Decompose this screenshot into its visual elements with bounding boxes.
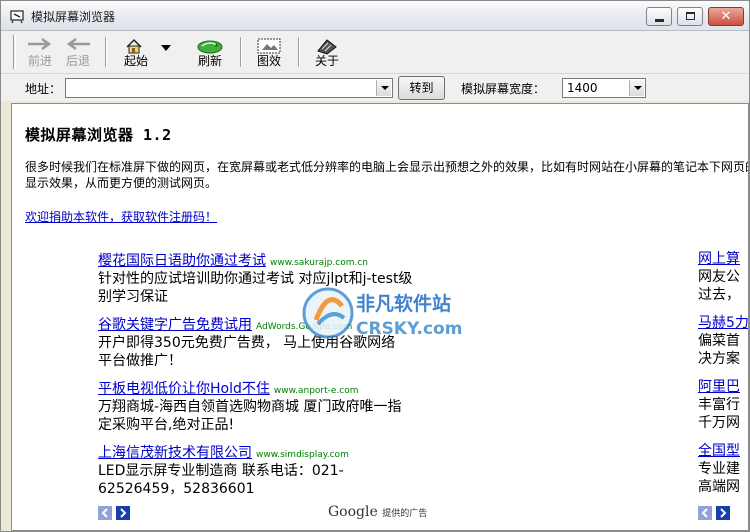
ad-description: LED显示屏专业制造商 联系电话：021- [98,463,344,479]
ad-block-right: 全国型 专业建 高端网 [698,442,748,496]
ad-block-right: 阿里巴 丰富行 千万网 [698,378,748,432]
window-title: 模拟屏幕浏览器 [31,10,116,24]
about-button[interactable]: 关于 [305,35,349,71]
chevron-left-icon [98,506,112,520]
address-dropdown-icon[interactable] [376,80,391,96]
ad-description: 万翔商城-海西自领首选购物商城 厦门政府唯一指 [98,399,402,415]
address-label: 地址： [25,82,62,96]
watermark-logo: 非凡软件站 CRSKY.com [302,287,462,339]
ad-block-right: 网上算 网友公 过去， [698,250,748,304]
home-label: 起始 [123,54,148,68]
ad-description: 专业建 [698,461,740,477]
toolbar-separator [240,37,242,67]
address-input[interactable] [65,78,393,98]
app-icon [10,10,24,24]
refresh-button[interactable]: 刷新 [186,35,234,71]
ad-title[interactable]: 樱花国际日语助你通过考试 [98,253,266,269]
ad-description: 过去， [698,287,740,303]
ad-description: 千万网 [698,415,740,431]
refresh-label: 刷新 [197,54,222,68]
maximize-icon [686,12,695,20]
page-description: 很多时候我们在标准屏下做的网页，在宽屏幕或老式低分辨率的电脑上会显示出预想之外的… [25,160,749,190]
close-button[interactable]: ✕ [708,7,744,26]
address-bar: 地址： 转到 模拟屏幕宽度： 1400 [1,73,749,101]
toolbar-grip[interactable] [13,35,16,69]
ad-title[interactable]: 阿里巴 [698,378,748,396]
forward-arrow-icon [28,37,52,51]
ad-url[interactable]: www.anport-e.com [274,386,359,396]
watermark-line2: CRSKY.com [356,319,462,339]
toolbar: 前进 后退 起始 刷新 图效 关于 [1,31,749,73]
ad-title[interactable]: 平板电视低价让你Hold不住 [98,381,270,397]
ad-description: 62526459，52836601 [98,481,255,497]
ad-description: 高端网 [698,479,740,495]
maximize-button[interactable] [677,7,703,26]
back-button[interactable]: 后退 [59,35,97,71]
ad-title[interactable]: 网上算 [698,250,748,268]
minimize-icon [655,19,664,22]
ads-provided-label: 提供的广告 [382,509,428,519]
toolbar-separator [105,37,107,67]
back-arrow-icon [66,37,90,51]
next-page-button-right[interactable] [716,506,730,520]
close-icon: ✕ [720,9,732,24]
google-ads-label[interactable]: Google 提供的广告 [328,504,427,520]
chevron-down-icon[interactable] [161,45,171,51]
ad-url[interactable]: www.simdisplay.com [256,450,349,460]
ad-description: 平台做推广！ [98,353,182,369]
page-title: 模拟屏幕浏览器 1.2 [25,126,172,144]
ad-url[interactable]: www.sakurajp.com.cn [270,258,368,268]
screen-width-dropdown-icon[interactable] [629,80,644,96]
donate-link[interactable]: 欢迎捐助本软件，获取软件注册码！ [25,208,217,225]
ad-description: 决方案 [698,351,740,367]
minimize-button[interactable] [646,7,672,26]
toolbar-separator [298,37,300,67]
forward-button[interactable]: 前进 [21,35,59,71]
ad-block: 上海信茂新技术有限公司 www.simdisplay.com LED显示屏专业制造… [98,442,478,498]
title-bar: 模拟屏幕浏览器 ✕ [1,1,749,31]
prev-page-button[interactable] [98,506,112,520]
chevron-right-icon [716,506,730,520]
next-page-button[interactable] [116,506,130,520]
prev-page-button-right[interactable] [698,506,712,520]
ad-description: 丰富行 [698,397,740,413]
forward-label: 前进 [27,54,52,68]
ad-title[interactable]: 马赫5力 [698,314,748,332]
chevron-left-icon [698,506,712,520]
home-button[interactable]: 起始 [113,35,173,71]
chevron-right-icon [116,506,130,520]
watermark-line1: 非凡软件站 [356,292,451,315]
go-button[interactable]: 转到 [398,76,445,100]
ad-title[interactable]: 全国型 [698,442,748,460]
image-effect-label: 图效 [256,54,281,68]
screen-width-value: 1400 [567,81,598,95]
about-label: 关于 [314,54,339,68]
ad-title[interactable]: 上海信茂新技术有限公司 [98,445,252,461]
image-effect-button[interactable]: 图效 [247,35,291,71]
back-label: 后退 [65,54,90,68]
ad-description: 偏菜首 [698,333,740,349]
ad-description: 定采购平台,绝对正品! [98,417,235,433]
google-logo: Google [328,504,378,520]
screen-width-label: 模拟屏幕宽度： [461,82,546,96]
ad-description: 网友公 [698,269,740,285]
browser-content: 模拟屏幕浏览器 1.2 很多时候我们在标准屏下做的网页，在宽屏幕或老式低分辨率的… [11,103,749,531]
ad-title[interactable]: 谷歌关键字广告免费试用 [98,317,252,333]
app-window: 模拟屏幕浏览器 ✕ 前进 后退 起始 刷新 图效 关于 地址： 转到 模拟屏幕宽… [0,0,750,532]
ad-block-right: 马赫5力 偏菜首 决方案 [698,314,748,368]
screen-width-select[interactable]: 1400 [562,78,646,98]
ad-block: 平板电视低价让你Hold不住 www.anport-e.com 万翔商城-海西自领… [98,378,478,434]
